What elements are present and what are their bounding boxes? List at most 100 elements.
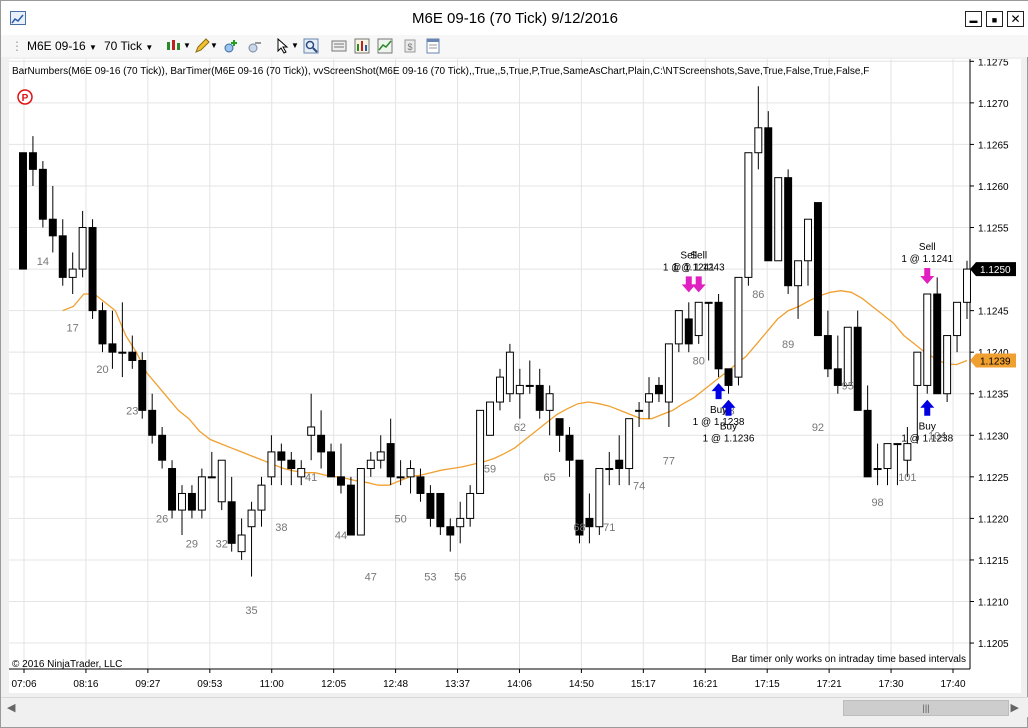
bar-number: 44 xyxy=(335,530,347,542)
y-tick-label: 1.1215 xyxy=(978,556,1009,567)
candle xyxy=(923,293,932,394)
bar-number: 20 xyxy=(96,364,108,376)
chart-style-icon[interactable] xyxy=(165,38,181,54)
chevron-down-icon: ▼ xyxy=(145,43,154,52)
candle-body xyxy=(794,260,803,287)
bar-number: 38 xyxy=(275,522,287,534)
candle-body xyxy=(446,526,455,536)
candle-body xyxy=(784,177,793,287)
grip-icon: ||| xyxy=(922,703,930,713)
candle-body xyxy=(158,434,167,461)
candle-body xyxy=(287,459,296,470)
bar-number: 65 xyxy=(544,472,556,484)
pencil-icon[interactable] xyxy=(194,38,210,54)
candle xyxy=(764,111,773,262)
candle xyxy=(813,202,822,337)
chevron-down-icon[interactable]: ▼ xyxy=(291,38,299,54)
candle-body xyxy=(694,301,703,337)
candle xyxy=(933,277,942,395)
candle-body xyxy=(505,351,514,395)
x-tick-label: 17:30 xyxy=(879,679,904,690)
candle-body xyxy=(267,451,276,478)
candle-body xyxy=(466,492,475,519)
candle-body xyxy=(337,476,345,486)
bar-number: 26 xyxy=(156,514,168,526)
candle-body xyxy=(963,268,971,303)
properties-icon[interactable] xyxy=(425,38,441,54)
zoom-out-icon[interactable] xyxy=(247,38,263,54)
candle-body xyxy=(525,384,534,387)
candle-body xyxy=(595,468,604,528)
x-tick-label: 11:00 xyxy=(260,679,285,690)
snapshot-icon[interactable]: $ xyxy=(402,38,418,54)
candle-body xyxy=(833,368,842,386)
candle-body xyxy=(327,451,336,478)
candle-body xyxy=(197,476,206,511)
candle-body xyxy=(247,509,256,528)
scroll-right-arrow-icon[interactable]: ▶ xyxy=(1011,701,1019,714)
bar-number: 89 xyxy=(782,339,794,351)
candle-body xyxy=(138,359,147,411)
interval-selector[interactable]: 70 Tick ▼ xyxy=(104,38,153,54)
candle-body xyxy=(754,127,763,154)
data-box-icon[interactable] xyxy=(331,38,347,54)
p-marker-icon: P xyxy=(17,89,33,105)
candle xyxy=(714,294,723,378)
bar-number: 35 xyxy=(245,605,257,617)
candle-body xyxy=(257,484,266,511)
candle-body xyxy=(535,384,544,411)
candle-body xyxy=(237,534,246,553)
x-tick-label: 13:37 xyxy=(445,679,470,690)
maximize-icon: ■ xyxy=(991,15,998,25)
y-tick-label: 1.1220 xyxy=(978,514,1009,525)
magnifier-icon[interactable] xyxy=(303,38,319,54)
window-title: M6E 09-16 (70 Tick) 9/12/2016 xyxy=(412,10,618,27)
copyright: © 2016 NinjaTrader, LLC xyxy=(12,659,122,670)
chevron-down-icon[interactable]: ▼ xyxy=(183,38,191,54)
candle-body xyxy=(654,384,663,395)
zoom-in-icon[interactable] xyxy=(223,38,239,54)
order-side-label: Buy xyxy=(919,422,936,433)
maximize-button[interactable]: ■ xyxy=(986,11,1003,27)
chart-panel[interactable]: 14 17 20 23 26 29 32 35 38 41 44 47 50 53 56 59 62 65 68 71… xyxy=(9,57,1021,693)
horizontal-scrollbar[interactable]: ◀ ||| ▶ xyxy=(1,697,1028,717)
x-tick-label: 09:53 xyxy=(197,679,222,690)
bar-number: 29 xyxy=(186,538,198,550)
bar-number: 95 xyxy=(842,381,854,393)
indicators-icon[interactable] xyxy=(354,38,370,54)
scroll-left-arrow-icon[interactable]: ◀ xyxy=(7,701,15,714)
candle-body xyxy=(913,351,922,386)
minimize-icon: ▬ xyxy=(969,16,978,25)
candle-body xyxy=(813,202,822,337)
close-button[interactable]: ✕ xyxy=(1007,11,1024,27)
candle xyxy=(356,468,365,536)
bar-number: 80 xyxy=(693,356,705,368)
order-side-label: Buy xyxy=(720,422,737,433)
title-bar[interactable]: M6E 09-16 (70 Tick) 9/12/2016 ▬ ■ ✕ xyxy=(1,1,1028,35)
candle xyxy=(476,409,485,494)
candle-body xyxy=(48,218,57,237)
candle-body xyxy=(565,434,574,461)
chevron-down-icon[interactable]: ▼ xyxy=(210,38,218,54)
chart-toolbar: ⋮ M6E 09-16 ▼ 70 Tick ▼ ▼ ▼ ▼ $ xyxy=(1,35,1028,57)
candle-body xyxy=(207,476,216,479)
pointer-icon[interactable] xyxy=(275,38,291,54)
candle-body xyxy=(635,409,644,412)
candle-body xyxy=(764,127,773,262)
candle-body xyxy=(68,268,77,278)
candle xyxy=(138,352,147,419)
candle-body xyxy=(426,492,435,519)
bar-number: 98 xyxy=(871,497,883,509)
order-fill-label: 1 @ 1.1238 xyxy=(901,434,953,445)
candle-body xyxy=(88,227,97,312)
scroll-thumb[interactable]: ||| xyxy=(843,700,1009,716)
price-chart[interactable]: 14 17 20 23 26 29 32 35 38 41 44 47 50 53 56 59 62 65 68 71… xyxy=(9,57,1021,693)
strategies-icon[interactable] xyxy=(377,38,393,54)
candle-body xyxy=(873,468,882,471)
candle-body xyxy=(674,310,683,345)
candle-body xyxy=(307,426,316,436)
x-tick-label: 14:06 xyxy=(507,679,532,690)
instrument-selector[interactable]: M6E 09-16 ▼ xyxy=(27,38,97,54)
candle-body xyxy=(903,443,912,461)
minimize-button[interactable]: ▬ xyxy=(965,11,982,27)
